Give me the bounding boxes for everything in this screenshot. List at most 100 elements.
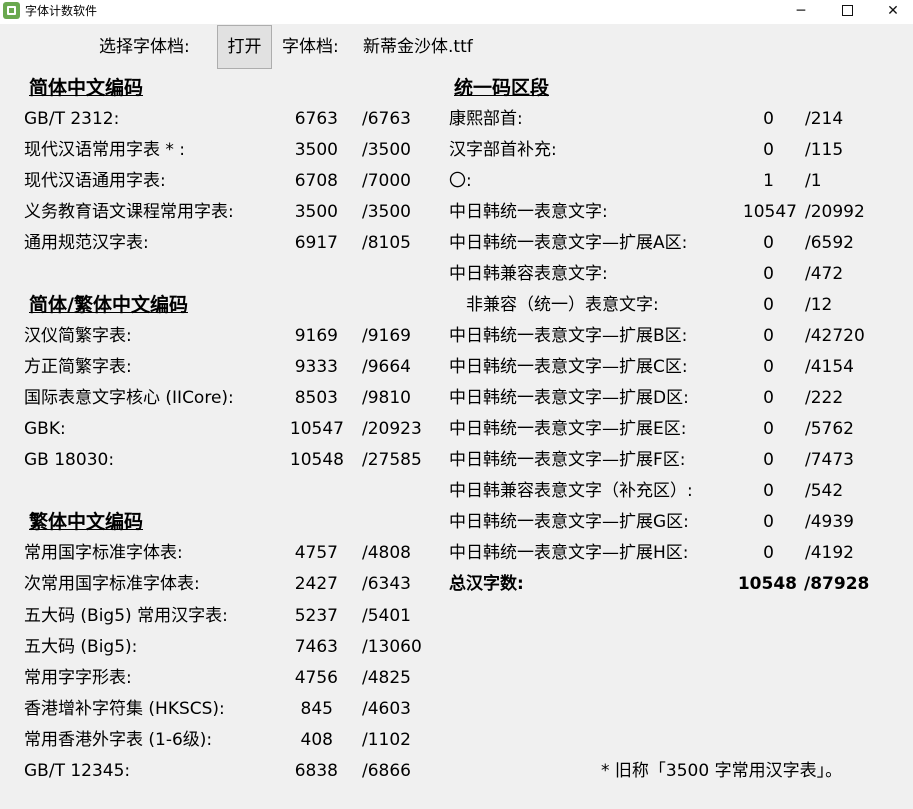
row-total: /6763 [362,109,411,129]
row-label: 中日韩统一表意文字—扩展G区: [449,512,689,532]
row-count: 0 [763,481,774,501]
row-label: 中日韩统一表意文字—扩展B区: [449,326,688,346]
row-total: /4192 [805,543,854,563]
row-label: 常用香港外字表 (1-6级): [24,730,213,750]
title-bar: 字体计数软件 ─ ✕ [0,0,913,24]
row-count: 3500 [294,140,338,160]
row-total: /7000 [362,171,411,191]
row-total: /1 [805,171,822,191]
row-count: 10548 [289,450,344,470]
row-label: 汉仪简繁字表: [24,326,132,346]
row-total: /9810 [362,388,411,408]
row-count: 9333 [294,357,338,377]
font-file-name: 新蒂金沙体.ttf [363,37,473,57]
row-count: 5237 [294,606,338,626]
row-count: 408 [300,730,333,750]
row-label: 中日韩兼容表意文字（补充区）: [449,481,693,501]
row-label: 五大码 (Big5): [24,637,138,657]
row-count: 10547 [742,202,797,222]
row-label: 五大码 (Big5) 常用汉字表: [24,606,228,626]
row-label: 中日韩统一表意文字—扩展H区: [449,543,689,563]
row-label: 康熙部首: [449,109,523,129]
row-count: 4756 [294,668,338,688]
row-total: /472 [805,264,844,284]
row-total: /13060 [362,637,422,657]
row-label: 〇: [449,171,472,191]
row-label: 次常用国字标准字体表: [24,574,200,594]
row-total: /1102 [362,730,411,750]
row-count: 0 [763,543,774,563]
footnote: * 旧称「3500 字常用汉字表」。 [601,761,843,781]
row-label: 常用国字标准字体表: [24,543,183,563]
row-count: 0 [763,109,774,129]
row-label: 中日韩统一表意文字—扩展C区: [449,357,688,377]
row-count: 0 [763,419,774,439]
row-label: GBK: [24,419,66,439]
row-count: 0 [763,140,774,160]
row-total: /12 [805,295,833,315]
row-count: 7463 [294,637,338,657]
section-title-traditional: 繁体中文编码 [29,511,144,533]
row-total: /6343 [362,574,411,594]
row-label: 现代汉语通用字表: [24,171,166,191]
row-count: 6917 [294,233,338,253]
row-label: 香港增补字符集 (HKSCS): [24,699,225,719]
row-label: 中日韩统一表意文字—扩展A区: [449,233,688,253]
row-count: 0 [763,264,774,284]
row-label: 常用字字形表: [24,668,132,688]
row-count: 6838 [294,761,338,781]
row-total: /115 [805,140,844,160]
row-total: /6866 [362,761,411,781]
row-total: /4603 [362,699,411,719]
row-label: 通用规范汉字表: [24,233,149,253]
row-count: 0 [763,357,774,377]
row-total: /7473 [805,450,854,470]
row-count: 845 [300,699,333,719]
row-label: 中日韩统一表意文字—扩展D区: [449,388,689,408]
row-total: /5762 [805,419,854,439]
row-count: 0 [763,295,774,315]
row-total: /42720 [805,326,865,346]
row-total: /5401 [362,606,411,626]
row-total: /20992 [805,202,865,222]
row-total: /542 [805,481,844,501]
total-sum: /87928 [804,574,870,594]
row-total: /222 [805,388,844,408]
row-count: 6708 [294,171,338,191]
minimize-button[interactable]: ─ [778,0,824,24]
close-button[interactable]: ✕ [870,0,913,24]
row-count: 6763 [294,109,338,129]
open-button[interactable]: 打开 [217,25,272,69]
section-title-simplified: 简体中文编码 [29,77,144,99]
row-label: 中日韩统一表意文字: [449,202,608,222]
select-font-label: 选择字体档: [99,37,190,57]
row-total: /4154 [805,357,854,377]
row-count: 0 [763,388,774,408]
maximize-icon [841,4,853,16]
maximize-button[interactable] [824,0,870,24]
row-label: 方正简繁字表: [24,357,132,377]
row-total: /27585 [362,450,422,470]
row-label: GB 18030: [24,450,115,470]
total-label: 总汉字数: [449,574,524,594]
row-count: 8503 [294,388,338,408]
row-count: 3500 [294,202,338,222]
row-label: GB/T 2312: [24,109,120,129]
row-total: /4939 [805,512,854,532]
row-label: 非兼容（统一）表意文字: [466,295,659,315]
row-label: 汉字部首补充: [449,140,557,160]
row-label: 国际表意文字核心 (IICore): [24,388,234,408]
row-label: 义务教育语文课程常用字表: [24,202,234,222]
section-title-unicode: 统一码区段 [454,77,550,99]
app-icon [3,2,20,19]
total-count: 10548 [737,574,797,594]
row-total: /8105 [362,233,411,253]
row-total: /4808 [362,543,411,563]
row-label: 现代汉语常用字表 * : [24,140,186,160]
row-total: /9169 [362,326,411,346]
row-total: /214 [805,109,844,129]
row-count: 4757 [294,543,338,563]
row-count: 10547 [289,419,344,439]
font-file-label: 字体档: [282,37,339,57]
row-total: /20923 [362,419,422,439]
